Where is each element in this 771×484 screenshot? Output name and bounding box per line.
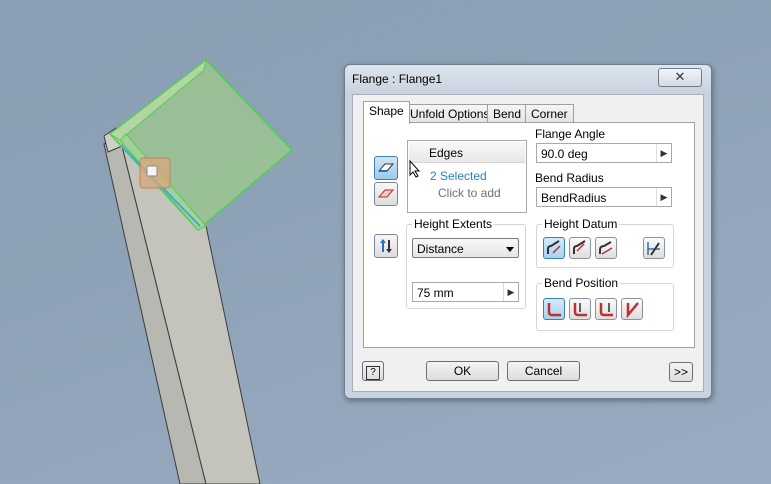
help-button[interactable]: ? xyxy=(362,361,384,381)
mouse-cursor-icon xyxy=(409,160,421,178)
shape-panel: Edges 2 Selected Click to add Flange Ang… xyxy=(363,122,695,348)
height-extents-group: Height Extents Distance 75 mm ▶ xyxy=(406,217,526,309)
bend-from-adjacent-button[interactable] xyxy=(595,298,617,320)
flange-dialog: Flange : Flange1 ✕ Shape Unfold Options … xyxy=(344,64,712,399)
bend-tangent-icon xyxy=(626,302,639,318)
dialog-titlebar[interactable]: Flange : Flange1 ✕ xyxy=(345,65,711,93)
datum-aligned-icon xyxy=(647,242,660,256)
tab-shape[interactable]: Shape xyxy=(363,101,410,124)
height-distance-arrow-icon[interactable]: ▶ xyxy=(503,283,518,301)
edges-header: Edges xyxy=(409,142,525,163)
flange-angle-arrow-icon[interactable]: ▶ xyxy=(656,144,671,162)
drag-handle-icon[interactable] xyxy=(139,157,171,189)
datum-tangent-icon xyxy=(599,241,613,255)
close-icon: ✕ xyxy=(674,69,686,84)
height-distance-input[interactable]: 75 mm ▶ xyxy=(412,282,519,302)
tab-corner[interactable]: Corner xyxy=(525,104,574,123)
edges-click-to-add[interactable]: Click to add xyxy=(438,186,501,200)
flange-angle-label: Flange Angle xyxy=(535,127,606,141)
bend-inside-button[interactable] xyxy=(543,298,565,320)
edge-select-button[interactable] xyxy=(374,156,398,180)
height-datum-group: Height Datum xyxy=(536,217,674,268)
height-extents-label: Height Extents xyxy=(412,217,495,231)
bend-tangent-button[interactable] xyxy=(621,298,643,320)
tab-unfold-options[interactable]: Unfold Options xyxy=(404,104,496,123)
edges-selected[interactable]: 2 Selected xyxy=(430,169,487,183)
datum-outer-button[interactable] xyxy=(543,237,565,259)
bend-radius-arrow-icon[interactable]: ▶ xyxy=(656,188,671,206)
height-datum-label: Height Datum xyxy=(542,217,620,231)
tab-bend[interactable]: Bend xyxy=(487,104,528,123)
flip-direction-button[interactable] xyxy=(374,234,398,258)
bend-outside-button[interactable] xyxy=(569,298,591,320)
close-button[interactable]: ✕ xyxy=(658,68,702,87)
bend-from-adjacent-icon xyxy=(599,303,613,317)
cancel-button[interactable]: Cancel xyxy=(507,361,580,381)
loop-select-icon xyxy=(377,189,395,198)
datum-inner-icon xyxy=(573,240,586,254)
flip-direction-icon xyxy=(380,239,392,253)
more-options-button[interactable]: >> xyxy=(669,362,693,382)
help-icon: ? xyxy=(366,366,380,380)
dialog-title: Flange : Flange1 xyxy=(352,72,443,86)
datum-tangent-button[interactable] xyxy=(595,237,617,259)
bend-position-label: Bend Position xyxy=(542,276,621,290)
bend-radius-label: Bend Radius xyxy=(535,171,604,185)
datum-aligned-button[interactable] xyxy=(643,237,665,259)
chevron-down-icon xyxy=(506,247,514,252)
loop-select-button[interactable] xyxy=(374,182,398,206)
bend-outside-icon xyxy=(573,303,587,317)
flange-angle-input[interactable]: 90.0 deg ▶ xyxy=(536,143,672,163)
dialog-body: Shape Unfold Options Bend Corner Edges 2… xyxy=(352,94,704,392)
bend-position-group: Bend Position xyxy=(536,276,674,331)
bend-inside-icon xyxy=(547,303,561,317)
edge-select-icon xyxy=(377,163,395,172)
height-extents-type-select[interactable]: Distance xyxy=(412,238,519,258)
datum-outer-icon xyxy=(547,240,561,254)
bend-radius-input[interactable]: BendRadius ▶ xyxy=(536,187,672,207)
edges-list[interactable]: Edges 2 Selected Click to add xyxy=(407,140,527,213)
ok-button[interactable]: OK xyxy=(426,361,499,381)
datum-inner-button[interactable] xyxy=(569,237,591,259)
